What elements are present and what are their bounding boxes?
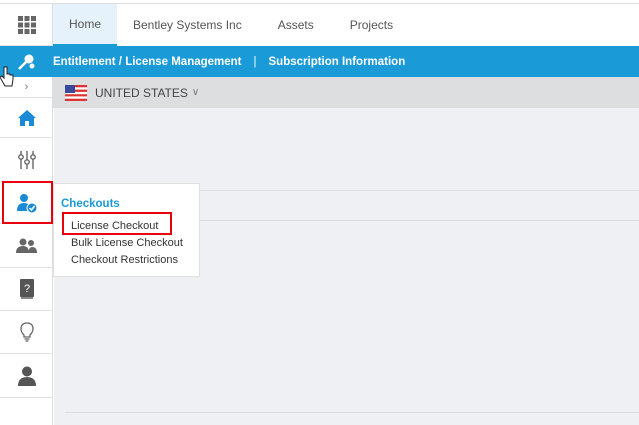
highlight-box-sidebar <box>2 181 53 224</box>
sidebar-item-users[interactable] <box>0 224 53 268</box>
us-flag-icon <box>65 84 87 101</box>
sidebar-item-settings[interactable] <box>0 138 53 182</box>
chevron-right-icon: › <box>24 81 29 93</box>
menu-item-bulk-license-checkout[interactable]: Bulk License Checkout <box>71 237 183 249</box>
users-icon <box>15 238 37 253</box>
help-book-icon: ? <box>19 279 34 299</box>
menu-item-checkout-restrictions[interactable]: Checkout Restrictions <box>71 254 178 266</box>
subscription-link[interactable]: Subscription Information <box>269 56 406 68</box>
menu-title: Checkouts <box>61 198 120 210</box>
person-icon <box>17 366 36 386</box>
sidebar-item-ideas[interactable] <box>0 311 53 354</box>
country-selector[interactable]: UNITED STATES ∨ <box>53 77 639 108</box>
entitlement-link[interactable]: Entitlement / License Management <box>53 56 242 68</box>
highlight-box-license-checkout <box>62 212 172 235</box>
sidebar-item-help[interactable]: ? <box>0 268 53 311</box>
sidebar-item-home[interactable] <box>0 98 53 138</box>
sidebar-item-profile[interactable] <box>0 354 53 398</box>
chevron-down-icon: ∨ <box>191 87 200 98</box>
app-grid-button[interactable] <box>0 4 53 46</box>
tab-assets[interactable]: Assets <box>258 4 334 46</box>
hand-cursor-icon <box>0 66 14 87</box>
divider <box>65 412 639 413</box>
svg-text:?: ? <box>23 283 29 295</box>
country-label: UNITED STATES <box>95 85 188 100</box>
home-icon <box>17 109 36 126</box>
lightbulb-icon <box>19 322 34 342</box>
tab-projects[interactable]: Projects <box>334 4 409 46</box>
tab-bentley-systems[interactable]: Bentley Systems Inc <box>117 4 258 46</box>
subnav-bar: Entitlement / License Management | Subsc… <box>0 46 639 77</box>
grid-icon <box>17 15 36 34</box>
top-tabs: Home Bentley Systems Inc Assets Projects <box>53 4 639 46</box>
sliders-icon <box>17 150 36 169</box>
separator: | <box>253 55 257 68</box>
tab-home[interactable]: Home <box>53 4 117 46</box>
